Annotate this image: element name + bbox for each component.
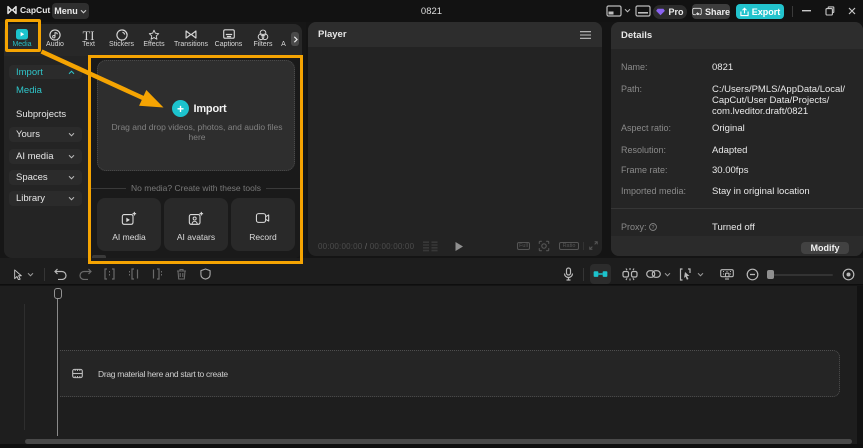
svg-text:TI: TI bbox=[83, 29, 95, 41]
svg-text:?: ? bbox=[652, 225, 655, 231]
